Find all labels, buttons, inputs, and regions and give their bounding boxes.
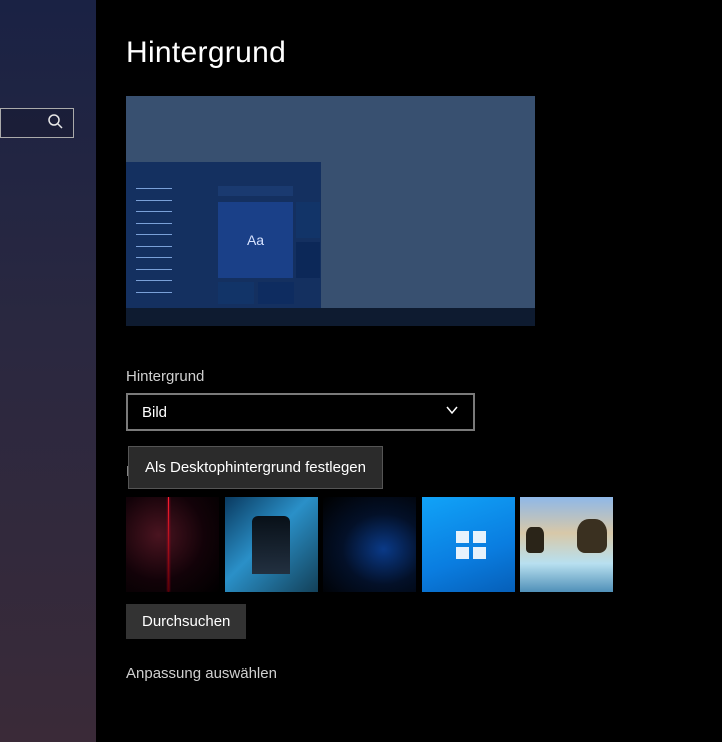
browse-button[interactable]: Durchsuchen [126, 604, 246, 639]
recent-image-4[interactable] [422, 497, 515, 592]
background-type-dropdown[interactable]: Bild [126, 393, 475, 431]
dropdown-value: Bild [142, 404, 167, 421]
recent-image-1[interactable] [126, 497, 219, 592]
search-icon [47, 113, 63, 134]
desktop-preview: Aa [126, 96, 535, 326]
preview-start-menu: Aa [126, 162, 321, 308]
preview-start-tiles: Aa [218, 186, 318, 304]
recent-images-row [126, 497, 692, 592]
page-title: Hintergrund [126, 36, 692, 70]
settings-personalization-background: Hintergrund Aa Hintergrund [0, 0, 722, 742]
main-content: Hintergrund Aa Hintergrund [96, 0, 722, 742]
background-label: Hintergrund [126, 368, 692, 385]
recent-image-2[interactable] [225, 497, 318, 592]
search-input[interactable] [0, 108, 74, 138]
recent-image-5[interactable] [520, 497, 613, 592]
recent-image-3[interactable] [323, 497, 416, 592]
preview-start-list [136, 188, 172, 293]
context-menu-set-wallpaper[interactable]: Als Desktophintergrund festlegen [128, 446, 383, 489]
settings-sidebar [0, 0, 96, 742]
fit-label: Anpassung auswählen [126, 665, 692, 682]
chevron-down-icon [445, 403, 459, 421]
preview-taskbar [126, 308, 535, 326]
preview-sample-text: Aa [218, 202, 293, 278]
